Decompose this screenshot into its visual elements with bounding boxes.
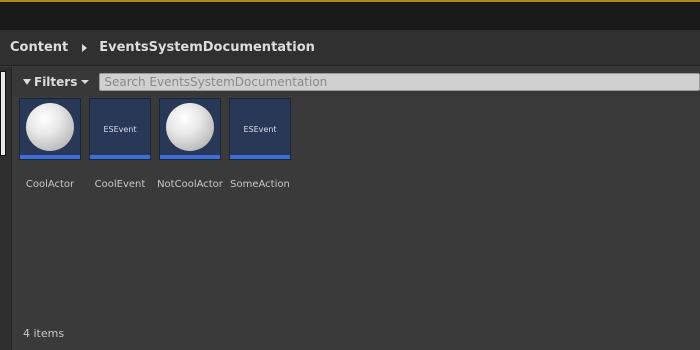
asset-tile[interactable]: ESEvent CoolEvent xyxy=(89,98,151,190)
item-count: 4 items xyxy=(23,327,65,340)
chevron-right-icon[interactable] xyxy=(82,43,88,52)
asset-type-bar xyxy=(90,155,150,159)
breadcrumb: Content EventsSystemDocumentation xyxy=(0,30,700,66)
sources-panel xyxy=(0,67,12,350)
asset-tile[interactable]: ESEvent SomeAction xyxy=(229,98,291,190)
asset-type-label: ESEvent xyxy=(243,125,277,134)
title-strip xyxy=(0,0,700,30)
asset-name: NotCoolActor xyxy=(157,179,223,190)
asset-type-bar xyxy=(230,155,290,159)
asset-thumbnail: ESEvent xyxy=(89,98,151,160)
sources-panel-edge[interactable] xyxy=(0,71,6,156)
breadcrumb-current[interactable]: EventsSystemDocumentation xyxy=(99,40,315,55)
caret-down-icon xyxy=(81,79,90,84)
asset-thumbnail xyxy=(159,98,221,160)
asset-tile[interactable]: NotCoolActor xyxy=(157,98,223,190)
asset-name: SomeAction xyxy=(230,179,290,190)
filters-button[interactable]: Filters xyxy=(21,72,91,92)
sphere-thumbnail-icon xyxy=(166,103,214,151)
filter-bar: Filters xyxy=(13,67,700,96)
search-input[interactable] xyxy=(99,72,700,91)
asset-thumbnail xyxy=(19,98,81,160)
asset-tile[interactable]: CoolActor xyxy=(19,98,81,190)
funnel-icon xyxy=(23,78,31,85)
filters-label: Filters xyxy=(34,74,78,89)
asset-thumbnail: ESEvent xyxy=(229,98,291,160)
asset-type-label: ESEvent xyxy=(103,125,137,134)
sphere-thumbnail-icon xyxy=(26,103,74,151)
asset-type-bar xyxy=(160,155,220,159)
asset-grid: CoolActor ESEvent CoolEvent NotCoolActor… xyxy=(19,98,299,190)
asset-name: CoolActor xyxy=(25,179,75,190)
breadcrumb-root[interactable]: Content xyxy=(10,40,68,55)
asset-name: CoolEvent xyxy=(94,179,146,190)
asset-type-bar xyxy=(20,155,80,159)
